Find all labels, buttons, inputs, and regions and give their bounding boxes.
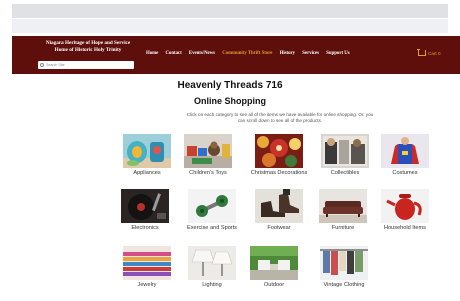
footwear-image bbox=[255, 189, 303, 223]
browser-toolbar bbox=[12, 4, 448, 18]
category-label: Appliances bbox=[133, 170, 161, 176]
main-nav: Home Contact Events/News Community Thrif… bbox=[146, 51, 357, 56]
furniture-image bbox=[319, 189, 367, 223]
category-outdoor[interactable]: Outdoor bbox=[250, 246, 298, 289]
appliances-image bbox=[123, 134, 171, 168]
category-label: Furniture bbox=[331, 225, 355, 231]
category-appliances[interactable]: Appliances bbox=[123, 134, 171, 177]
page-title: Heavenly Threads 716 bbox=[177, 80, 283, 91]
category-label: Children's Toys bbox=[189, 170, 227, 176]
category-household-items[interactable]: Household Items bbox=[381, 189, 429, 232]
category-label: Jewelry bbox=[137, 282, 157, 288]
nav-home[interactable]: Home bbox=[146, 51, 158, 56]
nav-support-us[interactable]: Support Us bbox=[326, 51, 349, 56]
category-vintage-clothing[interactable]: Vintage Clothing bbox=[320, 246, 368, 289]
category-label: Footwear bbox=[267, 225, 291, 231]
browser-bookmarks-bar bbox=[12, 19, 448, 33]
collectibles-image bbox=[321, 134, 369, 168]
category-label: Vintage Clothing bbox=[323, 282, 365, 288]
nav-history[interactable]: History bbox=[280, 51, 295, 56]
nav-contact[interactable]: Contact bbox=[165, 51, 181, 56]
category-label: Electronics bbox=[131, 225, 159, 231]
cart-label: Cart 0 bbox=[428, 50, 441, 56]
search-placeholder: Search Site bbox=[46, 63, 65, 67]
category-label: Lighting bbox=[202, 282, 222, 288]
category-label: Outdoor bbox=[263, 282, 285, 288]
jewelry-image bbox=[123, 246, 171, 280]
category-label: Household Items bbox=[384, 225, 426, 231]
nav-events-news[interactable]: Events/News bbox=[189, 51, 215, 56]
brand-line-2: Home of Historic Holy Trinity bbox=[54, 46, 122, 53]
christmas-image bbox=[255, 134, 303, 168]
site-brand[interactable]: Niagara Heritage of Hope and Service Hom… bbox=[29, 40, 147, 53]
category-lighting[interactable]: Lighting bbox=[188, 246, 236, 289]
category-christmas-decorations[interactable]: Christmas Decorations bbox=[251, 134, 307, 177]
category-collectibles[interactable]: Collectibles bbox=[321, 134, 369, 177]
site-header: Niagara Heritage of Hope and Service Hom… bbox=[12, 36, 460, 74]
category-label: Costumes bbox=[392, 170, 418, 176]
category-label: Exercise and Sports bbox=[186, 225, 238, 231]
household-image bbox=[381, 189, 429, 223]
category-label: Christmas Decorations bbox=[250, 170, 308, 176]
search-icon bbox=[40, 63, 44, 67]
vintage-clothing-image bbox=[320, 246, 368, 280]
intro-text: Click on each category to see all of the… bbox=[186, 112, 374, 123]
lighting-image bbox=[188, 246, 236, 280]
nav-services[interactable]: Services bbox=[302, 51, 319, 56]
category-footwear[interactable]: Footwear bbox=[255, 189, 303, 232]
category-furniture[interactable]: Furniture bbox=[319, 189, 367, 232]
exercise-image bbox=[188, 189, 236, 223]
nav-community-thrift-store[interactable]: Community Thrift Store bbox=[222, 51, 272, 56]
page-subtitle: Online Shopping bbox=[194, 96, 266, 106]
outdoor-image bbox=[250, 246, 298, 280]
cart-icon bbox=[417, 48, 426, 56]
brand-line-1: Niagara Heritage of Hope and Service bbox=[45, 40, 131, 46]
category-label: Collectibles bbox=[330, 170, 360, 176]
toys-image bbox=[184, 134, 232, 168]
electronics-image bbox=[121, 189, 169, 223]
category-childrens-toys[interactable]: Children's Toys bbox=[184, 134, 232, 177]
category-electronics[interactable]: Electronics bbox=[121, 189, 169, 232]
cart-button[interactable]: Cart 0 bbox=[417, 48, 441, 56]
search-input[interactable]: Search Site bbox=[38, 61, 134, 69]
category-jewelry[interactable]: Jewelry bbox=[123, 246, 171, 289]
category-costumes[interactable]: Costumes bbox=[381, 134, 429, 177]
costumes-image bbox=[381, 134, 429, 168]
category-exercise-and-sports[interactable]: Exercise and Sports bbox=[187, 189, 237, 232]
